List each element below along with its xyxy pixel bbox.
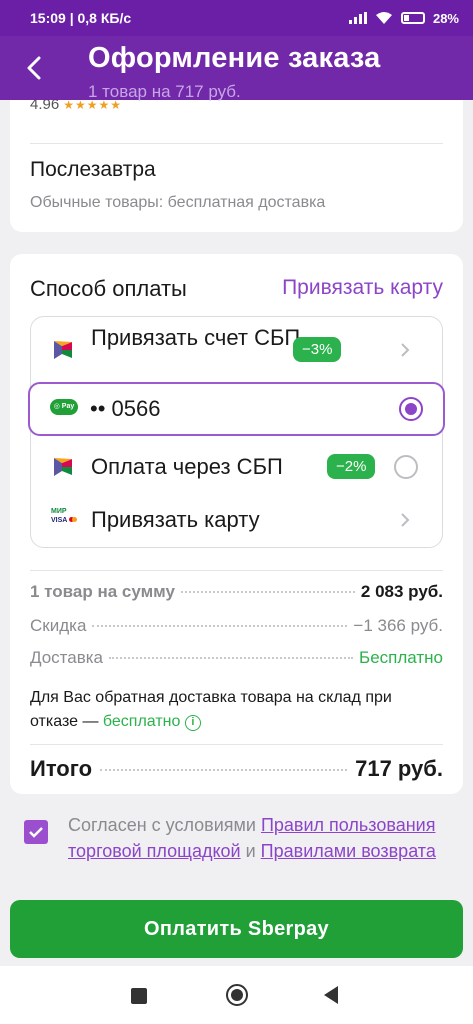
radio-button-selected[interactable]	[399, 397, 423, 421]
discount-badge: −2%	[327, 454, 376, 479]
recents-icon[interactable]	[131, 988, 147, 1004]
dot-leader	[180, 591, 355, 593]
return-delivery-note: Для Вас обратная доставка товара на скла…	[30, 686, 443, 734]
payment-title: Способ оплаты	[30, 276, 187, 301]
dot-leader	[109, 657, 354, 659]
wifi-icon	[375, 12, 392, 24]
radio-button[interactable]	[394, 455, 418, 479]
consent-middle: и	[240, 841, 261, 861]
status-icons: 28%	[348, 10, 459, 26]
dot-leader	[100, 769, 348, 771]
divider	[30, 744, 443, 745]
summary-discount-row: Скидка −1 366 руб.	[30, 616, 443, 636]
status-bar: 15:09 | 0,8 КБ/с 28%	[0, 0, 473, 36]
back-button[interactable]	[20, 52, 48, 84]
page-title: Оформление заказа	[88, 42, 381, 74]
back-nav-icon[interactable]	[324, 986, 338, 1004]
pay-sberpay-button[interactable]: Оплатить Sberpay	[10, 900, 463, 958]
consent-text: Согласен с условиями Правил пользования …	[68, 812, 448, 864]
payment-method-sbp-account[interactable]: Привязать счет СБП −3%	[31, 317, 442, 383]
payment-card: Способ оплаты Привязать карту Привязать …	[10, 254, 463, 794]
total-row: Итого 717 руб.	[30, 756, 443, 782]
chevron-right-icon	[401, 513, 410, 527]
consent-prefix: Согласен с условиями	[68, 815, 261, 835]
summary-delivery-value: Бесплатно	[359, 648, 443, 667]
checkmark-icon	[29, 827, 43, 838]
delivery-card: Послезавтра Обычные товары: бесплатная д…	[10, 100, 463, 232]
divider	[30, 570, 443, 571]
returns-link[interactable]: Правилами возврата	[261, 841, 436, 861]
note-text: Для Вас обратная доставка товара на скла…	[30, 689, 392, 730]
delivery-subtitle: Обычные товары: бесплатная доставка	[30, 194, 326, 211]
app-header: Оформление заказа 1 товар на 717 руб.	[0, 36, 473, 101]
note-highlight: бесплатно	[102, 713, 181, 730]
consent-checkbox[interactable]	[24, 820, 48, 844]
back-arrow-icon	[27, 56, 41, 80]
payment-method-label: •• 0566	[90, 396, 161, 421]
mir-visa-mastercard-icon: МИР VISA	[51, 507, 79, 531]
battery-percent: 28%	[432, 10, 459, 26]
summary-discount-label: Скидка	[30, 616, 87, 635]
summary-delivery-label: Доставка	[30, 648, 104, 667]
sberpay-icon: ◎ Pay	[50, 399, 78, 415]
home-icon[interactable]	[226, 984, 248, 1006]
payment-method-link-card[interactable]: МИР VISA Привязать карту	[31, 493, 442, 547]
summary-items-value: 2 083 руб.	[360, 582, 443, 601]
battery-icon	[400, 12, 425, 24]
discount-badge: −3%	[293, 337, 342, 362]
delivery-title: Послезавтра	[30, 158, 156, 181]
payment-method-sbp-pay[interactable]: Оплата через СБП −2%	[31, 441, 442, 493]
summary-discount-value: −1 366 руб.	[353, 616, 443, 635]
signal-icon	[348, 12, 367, 24]
total-label: Итого	[30, 756, 93, 781]
payment-method-label: Оплата через СБП	[91, 454, 283, 479]
payment-method-label: Привязать счет СБП	[91, 325, 301, 350]
sbp-logo-icon	[54, 341, 72, 359]
dot-leader	[92, 625, 348, 627]
link-card-button[interactable]: Привязать карту	[282, 276, 443, 300]
sbp-logo-icon	[54, 458, 72, 476]
status-time: 15:09 | 0,8 КБ/с	[30, 10, 132, 26]
chevron-right-icon	[401, 343, 410, 357]
system-nav-bar	[0, 966, 473, 1024]
page-subtitle: 1 товар на 717 руб.	[88, 82, 241, 101]
total-value: 717 руб.	[355, 756, 443, 781]
summary-items-label: 1 товар на сумму	[30, 582, 175, 601]
selected-row-content: ◎ Pay •• 0566	[30, 384, 443, 434]
payment-method-label: Привязать карту	[91, 507, 260, 532]
summary-delivery-row: Доставка Бесплатно	[30, 648, 443, 668]
info-icon[interactable]: i	[184, 715, 201, 731]
divider	[30, 143, 443, 144]
payment-method-sberpay-card[interactable]: ◎ Pay •• 0566	[28, 382, 445, 436]
summary-items-row: 1 товар на сумму 2 083 руб.	[30, 582, 443, 602]
